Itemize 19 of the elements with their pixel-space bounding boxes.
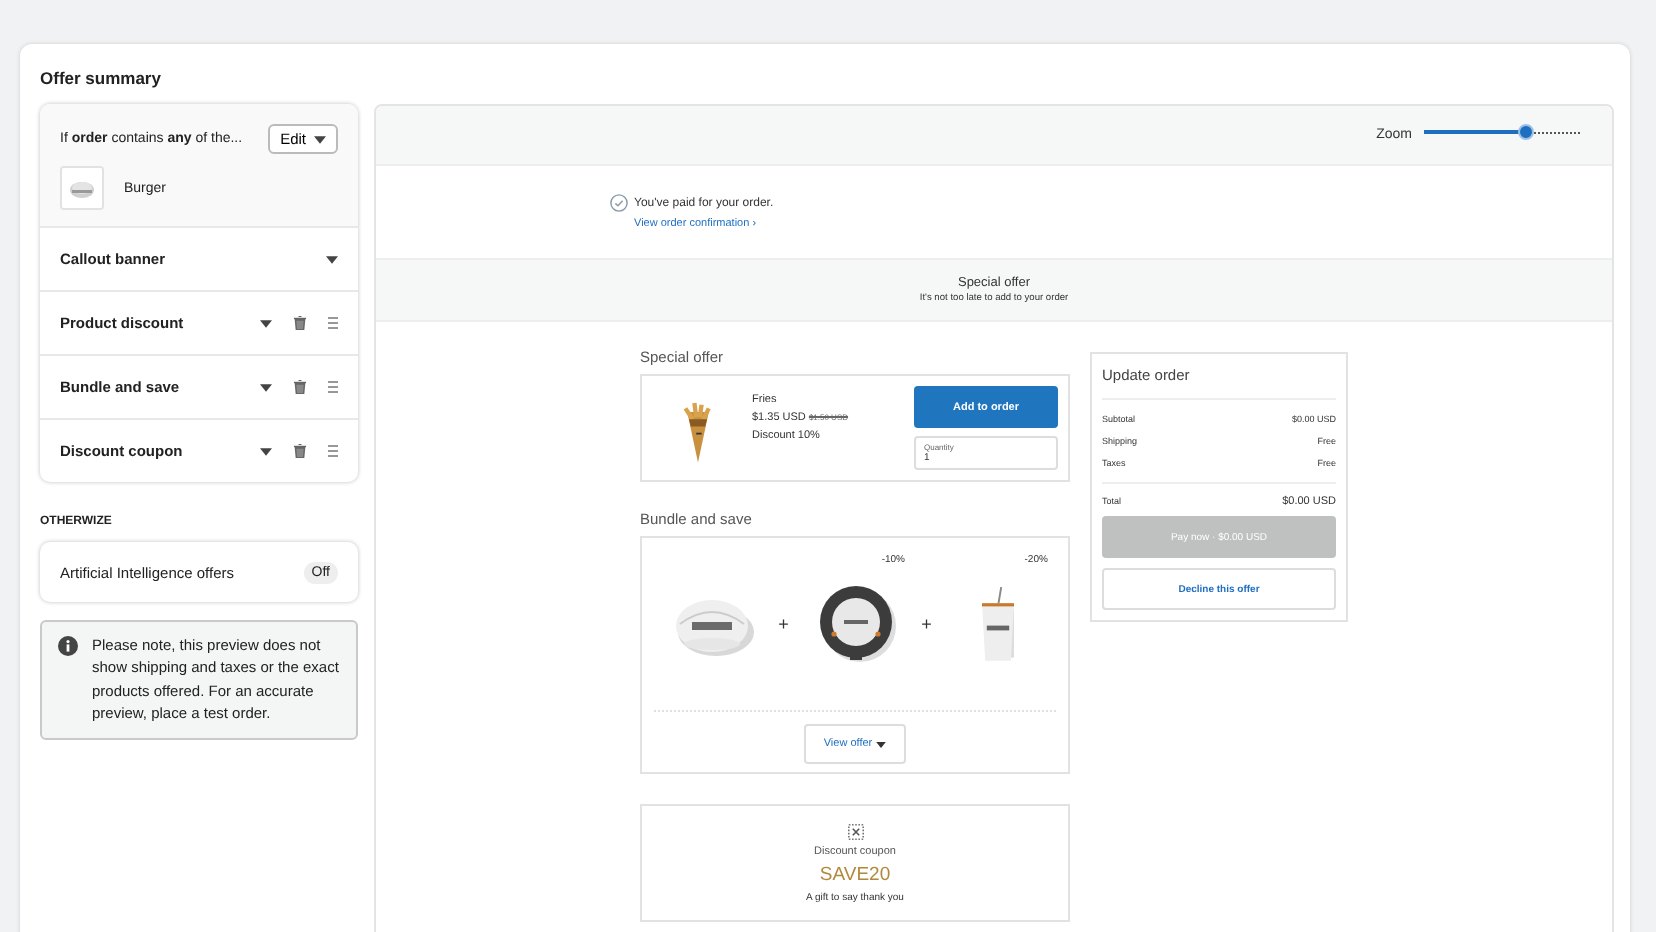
caret-icon[interactable] <box>260 383 272 391</box>
caret-icon[interactable] <box>326 255 338 263</box>
caret-icon[interactable] <box>260 319 272 327</box>
trash-icon[interactable] <box>294 316 306 330</box>
drag-handle-icon[interactable] <box>328 380 338 394</box>
caret-icon <box>314 135 326 143</box>
check-circle-icon <box>610 194 628 212</box>
info-icon <box>58 636 78 656</box>
drag-handle-icon[interactable] <box>328 316 338 330</box>
drag-handle-icon[interactable] <box>328 444 338 458</box>
plus-sign: + <box>778 614 789 634</box>
trash-icon[interactable] <box>294 380 306 394</box>
caret-icon[interactable] <box>260 447 272 455</box>
plus-sign: + <box>921 614 932 634</box>
caret-icon <box>876 741 887 747</box>
trash-icon[interactable] <box>294 444 306 458</box>
page-title: Offer summary <box>40 68 163 88</box>
image-placeholder-icon <box>847 824 863 840</box>
coupon-code: SAVE20 <box>819 864 891 886</box>
